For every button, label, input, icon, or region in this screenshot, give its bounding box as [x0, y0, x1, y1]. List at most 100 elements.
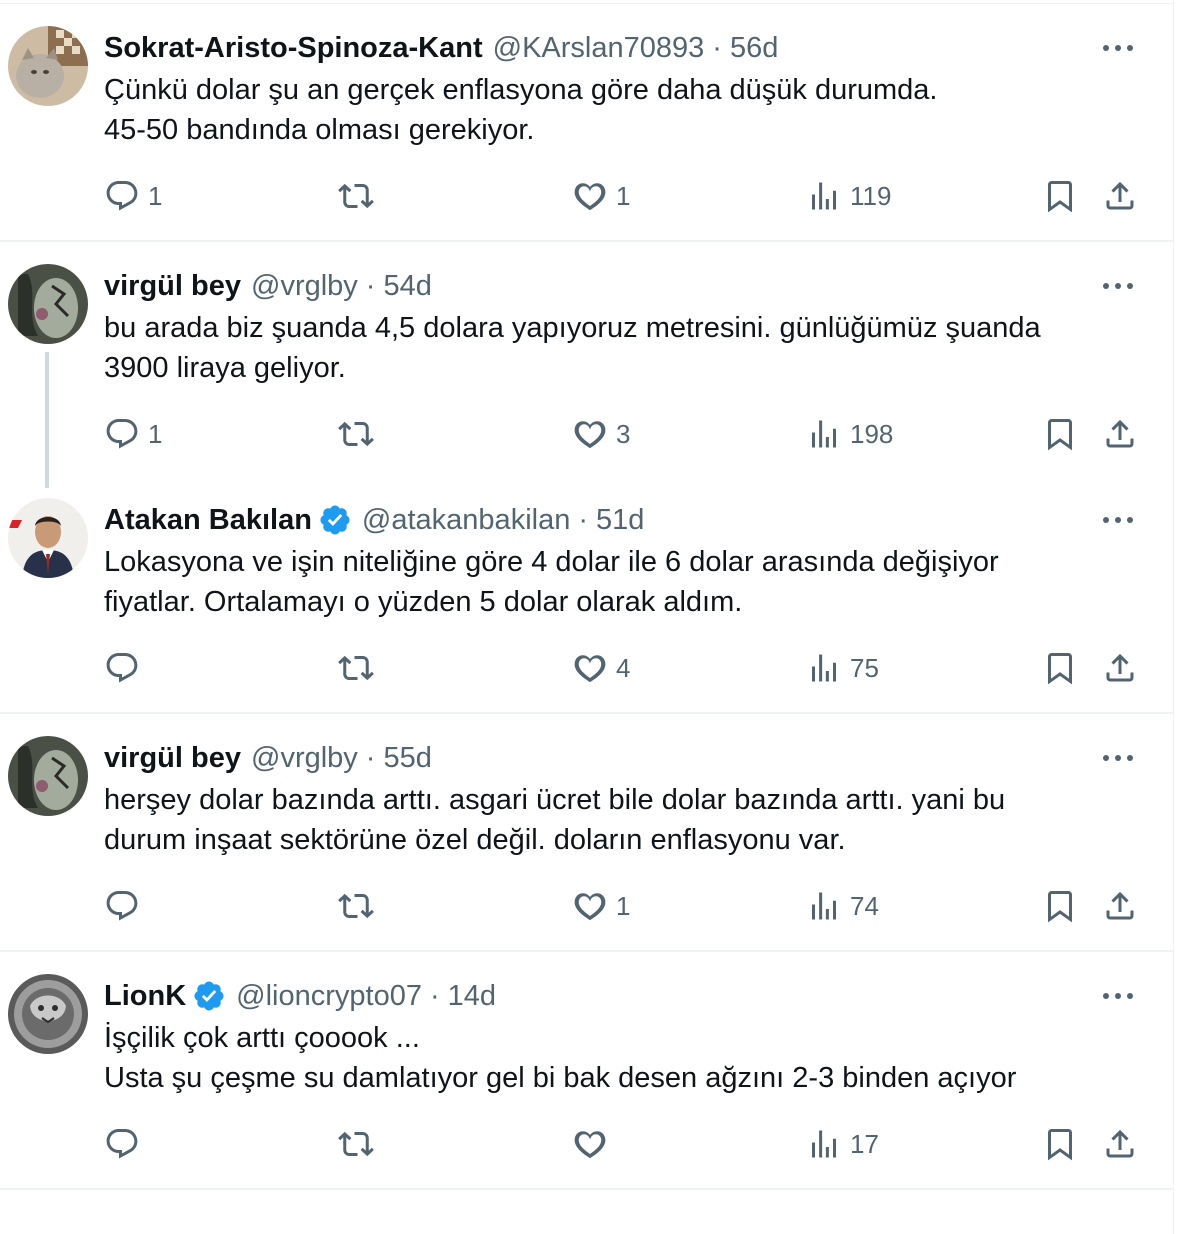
views-button[interactable]: 74	[806, 884, 879, 928]
retweet-button[interactable]	[338, 646, 382, 690]
retweet-icon	[338, 421, 374, 447]
author-name[interactable]: virgül bey	[104, 738, 241, 778]
reply-count: 1	[148, 180, 163, 211]
avatar-image	[8, 974, 88, 1054]
reply-button[interactable]: 1	[104, 412, 162, 456]
reply-button[interactable]	[104, 884, 148, 928]
views-button[interactable]: 119	[806, 174, 891, 218]
share-button[interactable]	[1102, 412, 1138, 456]
tweet[interactable]: virgül bey @vrglby · 54d bu arada biz şu…	[0, 242, 1174, 488]
views-button[interactable]: 198	[806, 412, 893, 456]
avatar[interactable]	[8, 974, 88, 1054]
like-icon	[574, 655, 606, 683]
timestamp[interactable]: 56d	[730, 28, 778, 68]
share-icon	[1106, 1129, 1134, 1158]
reply-icon	[106, 419, 138, 449]
bookmark-icon	[1048, 419, 1072, 451]
tweet[interactable]: LionK @lioncrypto07 · 14d İşçilik çok ar…	[0, 952, 1174, 1190]
avatar[interactable]	[8, 264, 88, 344]
share-button[interactable]	[1102, 174, 1138, 218]
action-bar: 17	[0, 1122, 1174, 1166]
views-count: 17	[850, 1128, 879, 1159]
bookmark-button[interactable]	[1042, 412, 1078, 456]
share-button[interactable]	[1102, 1122, 1138, 1166]
retweet-button[interactable]	[338, 884, 382, 928]
timestamp[interactable]: 55d	[383, 738, 431, 778]
views-button[interactable]: 17	[806, 1122, 879, 1166]
views-count: 198	[850, 418, 894, 449]
avatar[interactable]	[8, 736, 88, 816]
more-icon[interactable]	[1100, 982, 1136, 1010]
more-icon[interactable]	[1100, 272, 1136, 300]
author-name[interactable]: virgül bey	[104, 266, 241, 306]
avatar-image	[8, 736, 88, 816]
bookmark-button[interactable]	[1042, 1122, 1078, 1166]
reply-button[interactable]	[104, 1122, 148, 1166]
tweet[interactable]: Sokrat-Aristo-Spinoza-Kant @KArslan70893…	[0, 4, 1174, 242]
share-icon	[1106, 653, 1134, 682]
more-icon[interactable]	[1100, 506, 1136, 534]
author-handle[interactable]: @vrglby	[251, 266, 358, 306]
action-bar: 1 1 119	[0, 174, 1174, 218]
views-count: 74	[850, 890, 879, 921]
views-icon	[812, 892, 836, 920]
retweet-button[interactable]	[338, 412, 382, 456]
views-icon	[812, 420, 836, 448]
bookmark-icon	[1048, 891, 1072, 923]
retweet-icon	[338, 183, 374, 209]
avatar-image	[8, 498, 88, 578]
tweet-text: herşey dolar bazında arttı. asgari ücret…	[104, 780, 1144, 860]
like-button[interactable]: 1	[572, 174, 630, 218]
share-icon	[1106, 419, 1134, 448]
author-handle[interactable]: @atakanbakilan	[362, 500, 570, 540]
share-icon	[1106, 181, 1134, 210]
views-icon	[812, 1130, 836, 1158]
retweet-button[interactable]	[338, 174, 382, 218]
share-button[interactable]	[1102, 646, 1138, 690]
separator-dot: ·	[365, 270, 376, 302]
more-icon[interactable]	[1100, 34, 1136, 62]
tweet-text-line: herşey dolar bazında arttı. asgari ücret…	[104, 784, 1006, 816]
author-name[interactable]: Atakan Bakılan	[104, 500, 312, 540]
views-button[interactable]: 75	[806, 646, 879, 690]
tweet-text-line: fiyatlar. Ortalamayı o yüzden 5 dolar ol…	[104, 586, 743, 618]
like-icon	[574, 893, 606, 921]
author-name[interactable]: Sokrat-Aristo-Spinoza-Kant	[104, 28, 483, 68]
tweet[interactable]: virgül bey @vrglby · 55d herşey dolar ba…	[0, 714, 1174, 952]
timestamp[interactable]: 51d	[596, 500, 644, 540]
like-button[interactable]: 1	[572, 884, 630, 928]
reply-icon	[106, 1129, 138, 1159]
like-button[interactable]: 4	[572, 646, 630, 690]
more-icon[interactable]	[1100, 744, 1136, 772]
verified-badge-icon	[318, 503, 352, 537]
avatar[interactable]	[8, 26, 88, 106]
like-button[interactable]	[572, 1122, 616, 1166]
author-handle[interactable]: @lioncrypto07	[236, 976, 422, 1016]
like-icon	[574, 183, 606, 211]
timestamp[interactable]: 54d	[383, 266, 431, 306]
bookmark-button[interactable]	[1042, 884, 1078, 928]
tweet[interactable]: Atakan Bakılan @atakanbakilan · 51d Loka…	[0, 476, 1174, 714]
reply-button[interactable]	[104, 646, 148, 690]
like-button[interactable]: 3	[572, 412, 630, 456]
separator-dot: ·	[365, 742, 376, 774]
retweet-icon	[338, 1131, 374, 1157]
author-handle[interactable]: @vrglby	[251, 738, 358, 778]
tweet-text-line: bu arada biz şuanda 4,5 dolara yapıyoruz…	[104, 312, 1041, 344]
reply-icon	[106, 653, 138, 683]
author-handle[interactable]: @KArslan70893	[493, 28, 705, 68]
avatar-image	[8, 26, 88, 106]
separator-dot: ·	[712, 32, 722, 64]
tweet-text-line: İşçilik çok arttı çooook ...	[104, 1022, 420, 1054]
avatar[interactable]	[8, 498, 88, 578]
timestamp[interactable]: 14d	[448, 976, 496, 1016]
retweet-button[interactable]	[338, 1122, 382, 1166]
bookmark-button[interactable]	[1042, 646, 1078, 690]
author-name[interactable]: LionK	[104, 976, 186, 1016]
tweet-text-line: Çünkü dolar şu an gerçek enflasyona göre…	[104, 74, 938, 106]
action-bar: 4 75	[0, 646, 1174, 690]
reply-button[interactable]: 1	[104, 174, 162, 218]
share-button[interactable]	[1102, 884, 1138, 928]
bookmark-button[interactable]	[1042, 174, 1078, 218]
tweet-text: Çünkü dolar şu an gerçek enflasyona göre…	[104, 70, 1144, 150]
